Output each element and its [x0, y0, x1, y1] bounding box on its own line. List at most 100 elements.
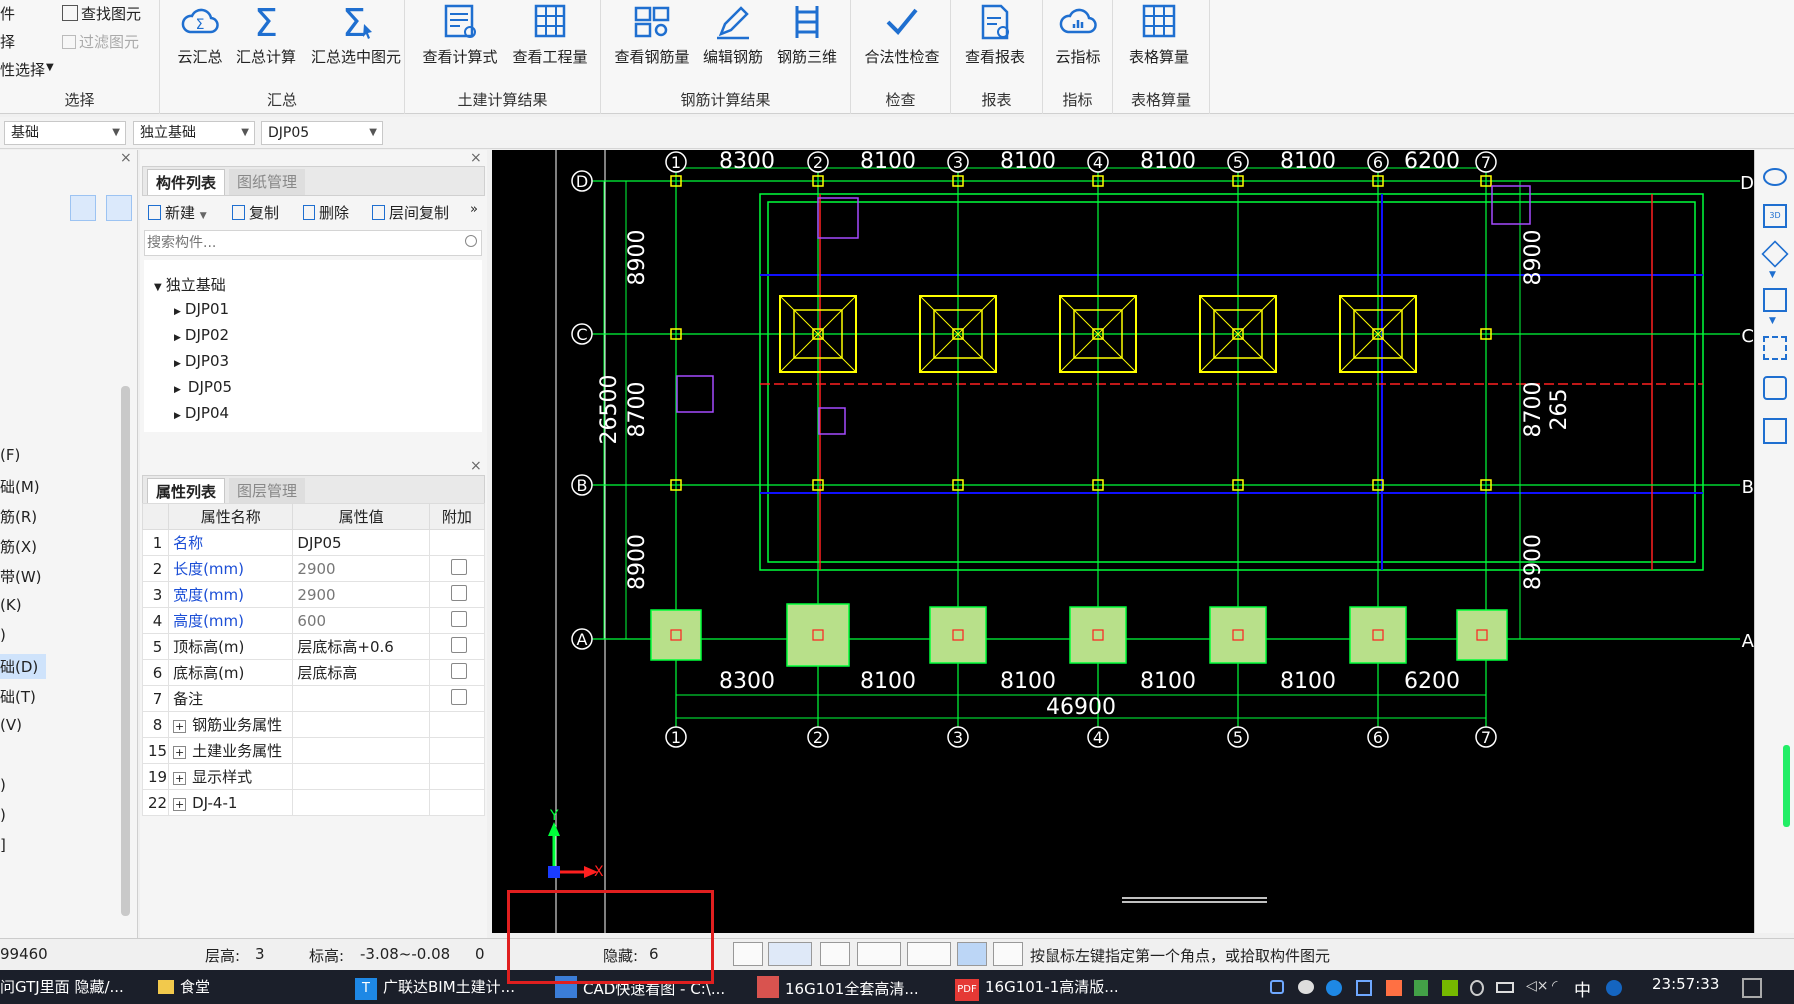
component-select[interactable]: DJP05 ▼ — [261, 121, 383, 145]
view-shape-icon[interactable] — [1763, 168, 1787, 186]
table-row[interactable]: 19 + 显示样式 — [141, 763, 486, 790]
select-item[interactable]: 件 — [0, 3, 15, 24]
tab-drawing-management[interactable]: 图纸管理 — [229, 169, 306, 195]
angle-toggle[interactable] — [857, 942, 901, 966]
nav-item[interactable]: 筋(R) — [0, 506, 37, 527]
tray-app-icon[interactable] — [1386, 980, 1402, 996]
view-quantity-button[interactable]: 查看工程量 — [509, 2, 591, 70]
summary-calc-button[interactable]: Σ 汇总计算 — [230, 2, 302, 70]
copy-button[interactable]: 复制 — [232, 202, 279, 223]
extra-checkbox[interactable] — [450, 688, 467, 705]
table-row[interactable]: 4 高度(mm) 600 — [141, 607, 486, 634]
offset-toggle[interactable] — [907, 942, 951, 966]
tray-nvidia-icon[interactable] — [1442, 980, 1458, 996]
list-view-icon[interactable] — [70, 195, 96, 221]
tab-property-list[interactable]: 属性列表 — [147, 478, 226, 504]
nav-item[interactable]: 础(M) — [0, 476, 40, 497]
tree-item-djp02[interactable]: ▶ DJP02 — [174, 326, 229, 344]
edit-rebar-button[interactable]: 编辑钢筋 — [697, 2, 769, 70]
tray-pen-icon[interactable] — [1414, 980, 1428, 996]
find-element-button[interactable]: 查找图元 — [62, 3, 141, 24]
extra-checkbox[interactable] — [450, 610, 467, 627]
taskbar-item-pdf[interactable]: PDF 16G101-1高清版... — [955, 976, 1119, 1001]
validity-check-button[interactable]: 合法性检查 — [859, 2, 945, 70]
extra-checkbox[interactable] — [450, 636, 467, 653]
tray-ime-icon[interactable] — [1606, 980, 1622, 996]
taskbar-item-folder[interactable]: 食堂 — [158, 976, 210, 997]
fullscreen-icon[interactable] — [1763, 336, 1787, 360]
tab-component-list[interactable]: 构件列表 — [147, 169, 226, 195]
properties-icon[interactable] — [1763, 418, 1787, 444]
box-view-icon[interactable] — [1763, 288, 1787, 312]
component-type-select[interactable]: 独立基础 ▼ — [133, 121, 255, 145]
cloud-summary-button[interactable]: Σ 云汇总 — [164, 2, 236, 70]
ortho-toggle[interactable] — [733, 942, 763, 966]
new-button[interactable]: 新建 ▼ — [148, 202, 207, 223]
view-formula-button[interactable]: 查看计算式 — [419, 2, 501, 70]
table-row[interactable]: 6 底标高(m) 层底标高 — [141, 659, 486, 686]
nav-item[interactable]: ) — [0, 776, 6, 794]
floor-copy-button[interactable]: 层间复制 — [372, 202, 449, 223]
extra-checkbox[interactable] — [450, 662, 467, 679]
tree-item-djp04[interactable]: ▶ DJP04 — [174, 404, 229, 422]
nav-item[interactable]: (V) — [0, 716, 22, 734]
nav-item[interactable]: (F) — [0, 446, 20, 464]
expand-icon[interactable]: + — [173, 772, 187, 785]
nav-item[interactable]: ) — [0, 806, 6, 824]
tree-item-djp05[interactable]: ▶ DJP05 — [174, 378, 235, 396]
detail-view-icon[interactable] — [106, 195, 132, 221]
filter-element-button[interactable]: 过滤图元 — [62, 31, 139, 52]
component-search-input[interactable] — [144, 230, 482, 256]
table-row[interactable]: 1 名称 DJP05 — [141, 529, 486, 556]
zoom-slider[interactable] — [1783, 745, 1790, 827]
chevron-down-icon[interactable]: ▼ — [1769, 316, 1776, 326]
chevron-down-icon[interactable]: ▼ — [1769, 270, 1776, 280]
rebar-3d-button[interactable]: 钢筋三维 — [771, 2, 843, 70]
tab-layer-management[interactable]: 图层管理 — [229, 478, 306, 504]
taskbar-item-glodon[interactable]: T 广联达BIM土建计... — [355, 976, 515, 1000]
table-row[interactable]: 8 + 钢筋业务属性 — [141, 711, 486, 738]
close-icon[interactable]: × — [470, 458, 482, 474]
taskbar-item-16g101[interactable]: 16G101全套高清... — [757, 976, 919, 999]
nav-item[interactable]: ) — [0, 626, 6, 644]
cloud-index-button[interactable]: 云指标 — [1043, 2, 1113, 70]
3d-view-icon[interactable]: 3D — [1763, 204, 1787, 228]
tree-item-djp03[interactable]: ▶ DJP03 — [174, 352, 229, 370]
nav-scrollbar[interactable] — [121, 386, 130, 916]
tray-shield-icon[interactable] — [1270, 980, 1284, 994]
table-row[interactable]: 15 + 土建业务属性 — [141, 737, 486, 764]
tray-wechat-icon[interactable] — [1298, 980, 1314, 994]
taskbar-item[interactable]: 问GTJ里面 隐藏/... — [0, 976, 124, 997]
category-select[interactable]: 基础 ▼ — [4, 121, 126, 145]
tree-root[interactable]: ▼ 独立基础 — [154, 274, 226, 295]
nav-item[interactable]: 筋(X) — [0, 536, 37, 557]
tray-battery-icon[interactable] — [1496, 982, 1514, 993]
table-row[interactable]: 22 + DJ-4-1 — [141, 789, 486, 816]
table-row[interactable]: 5 顶标高(m) 层底标高+0.6 — [141, 633, 486, 660]
tray-security-icon[interactable] — [1356, 980, 1372, 996]
layer-cube-icon[interactable] — [1763, 376, 1787, 400]
expand-icon[interactable]: + — [173, 797, 187, 811]
nav-item[interactable]: (K) — [0, 596, 22, 614]
extra-checkbox[interactable] — [450, 584, 467, 601]
delete-button[interactable]: 删除 — [303, 202, 349, 223]
table-row[interactable]: 2 长度(mm) 2900 — [141, 555, 486, 582]
nav-item[interactable]: 础(T) — [0, 686, 36, 707]
table-calc-button[interactable]: 表格算量 — [1123, 2, 1195, 70]
table-row[interactable]: 7 备注 — [141, 685, 486, 712]
summary-selected-button[interactable]: Σ 汇总选中图元 — [310, 2, 402, 70]
trace-toggle[interactable] — [993, 942, 1023, 966]
tray-user-icon[interactable] — [1470, 980, 1484, 996]
search-icon[interactable] — [465, 235, 477, 247]
dropdown-arrow-icon[interactable]: ▼ — [46, 62, 54, 73]
tray-g-icon[interactable] — [1326, 980, 1342, 996]
select-mode-toggle[interactable] — [957, 942, 987, 966]
expand-icon[interactable]: + — [173, 720, 187, 733]
nav-item-isolated-foundation[interactable]: 础(D) — [0, 654, 46, 679]
view-rebar-button[interactable]: 查看钢筋量 — [611, 2, 693, 70]
tray-wifi-icon[interactable]: ◜ — [1552, 978, 1557, 994]
cube-icon[interactable] — [1761, 240, 1789, 268]
nav-item[interactable]: 带(W) — [0, 566, 42, 587]
expand-icon[interactable]: + — [173, 746, 187, 759]
close-icon[interactable]: × — [120, 150, 132, 166]
